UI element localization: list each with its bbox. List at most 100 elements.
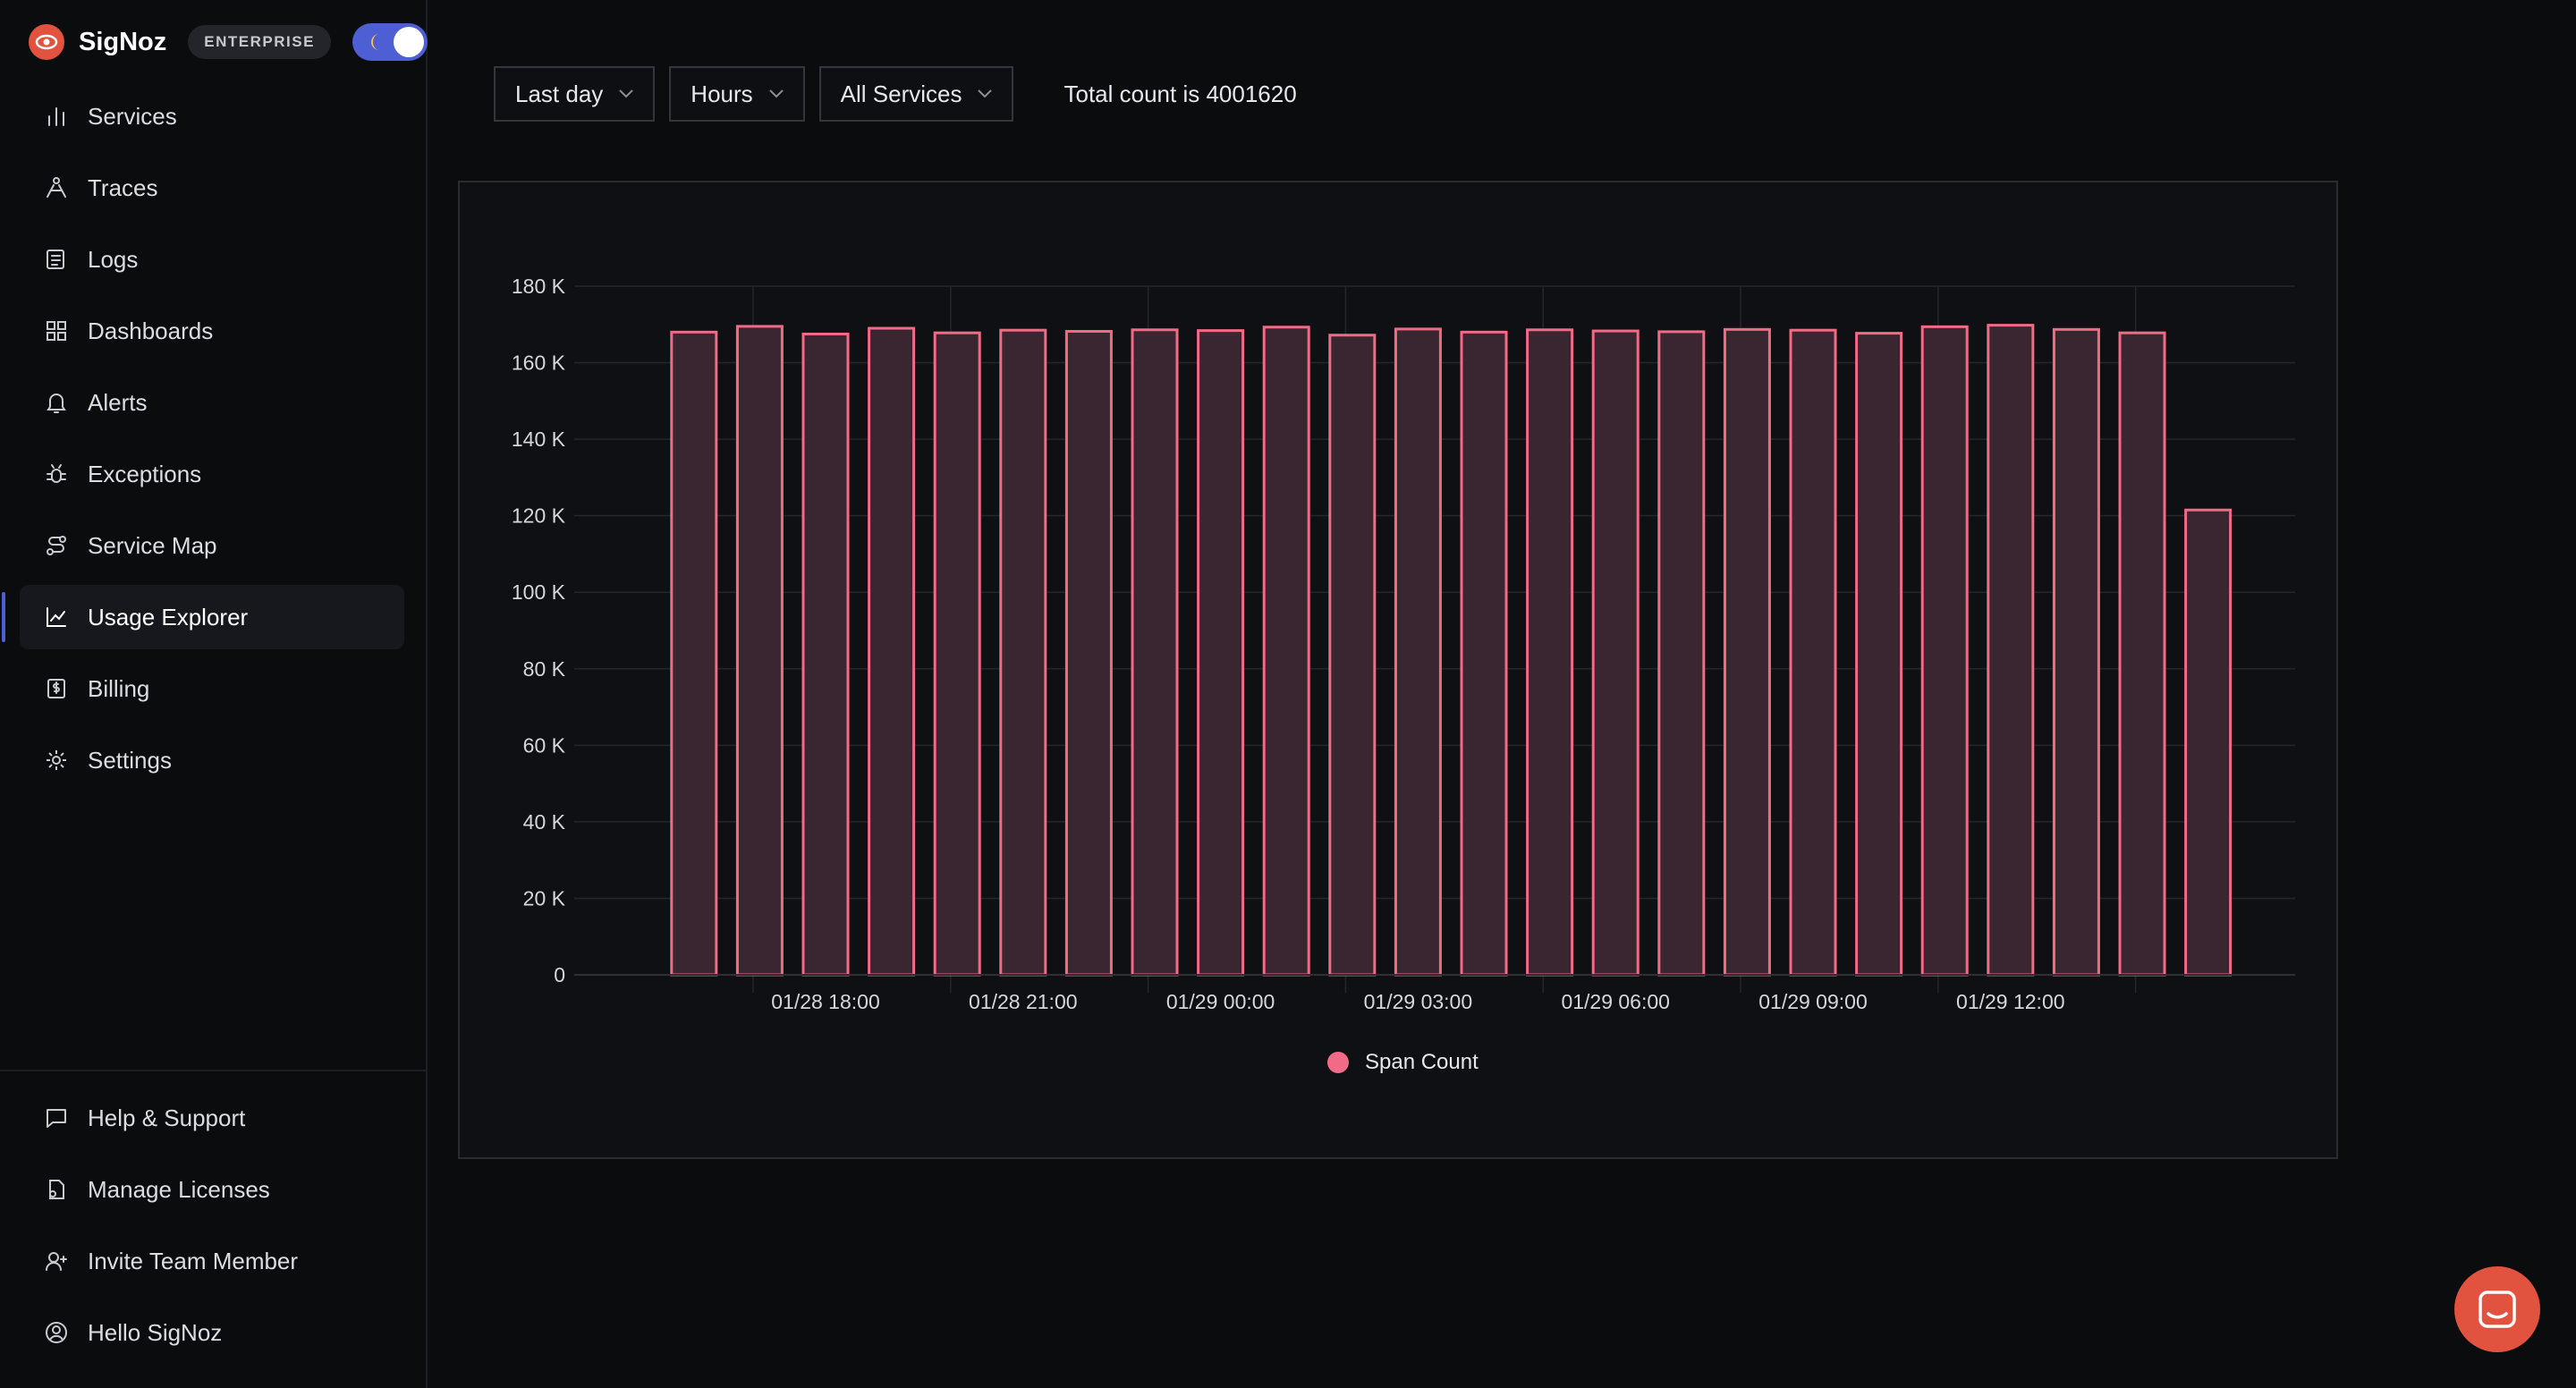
y-tick-label: 160 K xyxy=(512,351,566,375)
chart-bar xyxy=(1131,328,1179,977)
chart-bar xyxy=(868,326,916,977)
moon-icon xyxy=(370,34,379,50)
service-value: All Services xyxy=(840,80,962,107)
x-tick-label: 01/29 00:00 xyxy=(1166,990,1275,1013)
theme-toggle[interactable] xyxy=(352,23,428,61)
step-select[interactable]: Hours xyxy=(669,66,805,122)
chart-bar xyxy=(1328,334,1377,977)
chart-bar xyxy=(1460,330,1508,977)
sidebar-item-alerts[interactable]: Alerts xyxy=(20,370,404,435)
chevron-down-icon xyxy=(978,89,993,98)
sidebar-item-services[interactable]: Services xyxy=(20,84,404,148)
route-icon xyxy=(43,532,70,559)
sidebar-item-exceptions[interactable]: Exceptions xyxy=(20,442,404,506)
dashboard-grid-icon xyxy=(43,317,70,344)
time-range-select[interactable]: Last day xyxy=(494,66,656,122)
sidebar-item-label: Traces xyxy=(88,174,158,201)
logs-icon xyxy=(43,246,70,273)
message-icon xyxy=(43,1104,70,1131)
chat-icon xyxy=(2479,1291,2516,1328)
chart-bar xyxy=(1987,324,2035,977)
chevron-down-icon xyxy=(768,89,784,98)
chart-legend[interactable]: Span Count xyxy=(1327,1050,1479,1075)
y-tick-label: 80 K xyxy=(523,657,566,681)
chevron-down-icon xyxy=(619,89,634,98)
chart-bar xyxy=(1197,329,1245,977)
sidebar-item-label: Usage Explorer xyxy=(88,603,249,631)
sidebar-item-label: Services xyxy=(88,102,177,130)
toolbar: Last day Hours All Services Total count … xyxy=(494,66,1297,122)
sidebar-item-label: Manage Licenses xyxy=(88,1175,270,1203)
chart-bar xyxy=(2184,508,2233,977)
y-tick-label: 60 K xyxy=(523,733,566,757)
x-tick-label: 01/29 03:00 xyxy=(1364,990,1473,1013)
sidebar-item-logs[interactable]: Logs xyxy=(20,227,404,292)
bottom-nav: Help & Support Manage Licenses Invite Te… xyxy=(20,1086,404,1372)
bar-chart-icon xyxy=(43,103,70,130)
chart-bar xyxy=(2052,327,2100,977)
chart-bar xyxy=(1262,326,1310,977)
chart-bar xyxy=(1064,329,1113,977)
y-tick-label: 20 K xyxy=(523,886,566,910)
chart-bar xyxy=(1920,325,1969,977)
sidebar: SigNoz ENTERPRISE Services Traces Logs D… xyxy=(0,0,428,1388)
brand: SigNoz ENTERPRISE xyxy=(29,21,428,63)
chart-bar xyxy=(1657,330,1706,977)
sidebar-item-usage-explorer[interactable]: Usage Explorer xyxy=(2,585,404,649)
chart-bar xyxy=(999,328,1047,977)
sidebar-item-invite-team-member[interactable]: Invite Team Member xyxy=(20,1229,404,1293)
x-tick-label: 01/29 06:00 xyxy=(1561,990,1670,1013)
sidebar-item-service-map[interactable]: Service Map xyxy=(20,513,404,578)
chart-bar xyxy=(670,330,718,977)
step-value: Hours xyxy=(691,80,753,107)
y-tick-label: 180 K xyxy=(512,275,566,298)
sidebar-item-label: Hello SigNoz xyxy=(88,1318,223,1346)
x-tick-label: 01/28 21:00 xyxy=(969,990,1078,1013)
chart-bar xyxy=(1394,327,1442,977)
chart-bar xyxy=(933,331,981,977)
sidebar-item-label: Alerts xyxy=(88,388,148,416)
toggle-knob xyxy=(393,27,424,57)
sidebar-item-billing[interactable]: Billing xyxy=(20,656,404,721)
bug-icon xyxy=(43,461,70,487)
y-tick-label: 140 K xyxy=(512,427,566,451)
license-icon xyxy=(43,1176,70,1203)
sidebar-item-dashboards[interactable]: Dashboards xyxy=(20,299,404,363)
sidebar-item-label: Logs xyxy=(88,245,139,273)
chart-bar xyxy=(801,332,850,977)
traces-icon xyxy=(43,174,70,201)
legend-dot xyxy=(1327,1052,1349,1073)
legend-label: Span Count xyxy=(1365,1050,1479,1074)
x-tick-label: 01/29 09:00 xyxy=(1758,990,1868,1013)
user-circle-icon xyxy=(43,1319,70,1346)
receipt-icon xyxy=(43,675,70,702)
chart-bar xyxy=(1591,329,1640,977)
sidebar-item-label: Service Map xyxy=(88,531,217,559)
sidebar-item-manage-licenses[interactable]: Manage Licenses xyxy=(20,1157,404,1222)
x-tick-label: 01/28 18:00 xyxy=(771,990,880,1013)
chart-bar xyxy=(1723,327,1771,977)
main-nav: Services Traces Logs Dashboards Alerts E… xyxy=(2,84,404,800)
y-tick-label: 40 K xyxy=(523,810,566,834)
signoz-logo-icon[interactable] xyxy=(29,24,64,60)
sidebar-item-label: Exceptions xyxy=(88,460,202,487)
user-plus-icon xyxy=(43,1248,70,1274)
bell-icon xyxy=(43,389,70,416)
usage-bar-chart: 0 20 K 40 K 60 K 80 K 100 K 120 K 140 K 160 K 180… xyxy=(512,275,2295,1013)
sidebar-item-label: Billing xyxy=(88,674,150,702)
sidebar-item-label: Help & Support xyxy=(88,1104,246,1131)
time-range-value: Last day xyxy=(515,80,604,107)
usage-chart-card: 0 20 K 40 K 60 K 80 K 100 K 120 K 140 K 160 K 180… xyxy=(458,181,2338,1159)
chart-bar xyxy=(1855,332,1903,977)
sidebar-item-settings[interactable]: Settings xyxy=(20,728,404,792)
chat-support-button[interactable] xyxy=(2454,1266,2540,1352)
chart-bar xyxy=(1526,328,1574,977)
brand-name: SigNoz xyxy=(79,27,167,56)
sidebar-item-traces[interactable]: Traces xyxy=(20,156,404,220)
chart-bar xyxy=(1789,328,1837,977)
chart-bar xyxy=(2118,331,2166,977)
sidebar-item-hello-signoz[interactable]: Hello SigNoz xyxy=(20,1300,404,1365)
line-chart-icon xyxy=(43,604,70,631)
service-select[interactable]: All Services xyxy=(818,66,1014,122)
sidebar-item-help-support[interactable]: Help & Support xyxy=(20,1086,404,1150)
